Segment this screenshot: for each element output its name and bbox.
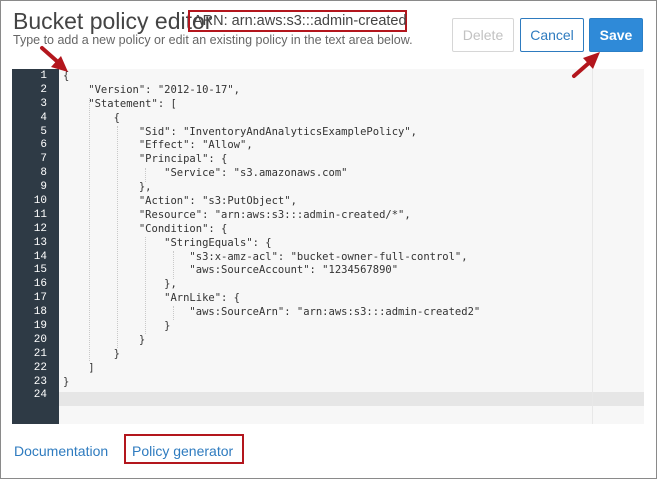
code-line[interactable]: "StringEquals": { <box>63 237 480 251</box>
line-number: 9 <box>40 181 47 194</box>
code-line[interactable]: }, <box>63 181 480 195</box>
line-number: 23 <box>33 375 47 388</box>
code-line[interactable]: "ArnLike": { <box>63 292 480 306</box>
code-line[interactable]: } <box>63 334 480 348</box>
code-line[interactable]: "Service": "s3.amazonaws.com" <box>63 167 480 181</box>
line-number: 13 <box>33 236 47 249</box>
line-number: 4 <box>40 111 47 124</box>
line-number: 7 <box>40 153 47 166</box>
line-number: 8 <box>40 167 47 180</box>
line-number: 16 <box>33 278 47 291</box>
line-number: 20 <box>33 333 47 346</box>
code-line[interactable]: "s3:x-amz-acl": "bucket-owner-full-contr… <box>63 251 480 265</box>
code-line[interactable]: }, <box>63 278 480 292</box>
line-number: 6 <box>40 139 47 152</box>
code-line[interactable]: } <box>63 320 480 334</box>
code-line[interactable] <box>63 389 480 403</box>
policy-generator-link[interactable]: Policy generator <box>132 443 233 459</box>
code-line[interactable]: "Sid": "InventoryAndAnalyticsExamplePoli… <box>63 126 480 140</box>
code-line[interactable]: "Effect": "Allow", <box>63 139 480 153</box>
delete-button[interactable]: Delete <box>452 18 514 52</box>
code-line[interactable]: "aws:SourceAccount": "1234567890" <box>63 264 480 278</box>
policy-code[interactable]: { "Version": "2012-10-17", "Statement": … <box>63 70 480 403</box>
bucket-policy-editor-panel: Bucket policy editor ARN: arn:aws:s3:::a… <box>0 0 657 479</box>
code-line[interactable]: "aws:SourceArn": "arn:aws:s3:::admin-cre… <box>63 306 480 320</box>
line-number: 18 <box>33 306 47 319</box>
line-number: 11 <box>33 208 47 221</box>
documentation-link[interactable]: Documentation <box>14 443 108 459</box>
line-number: 24 <box>33 389 47 402</box>
code-line[interactable]: { <box>63 70 480 84</box>
policy-text-editor[interactable]: 1 2 3 4 5 6 7 8 9 10 11 12 13 14 15 16 17 18 19 20 21 22 23 24 … <box>12 69 644 424</box>
line-number: 21 <box>33 347 47 360</box>
line-number: 3 <box>40 97 47 110</box>
annotation-arrow-icon <box>40 46 68 72</box>
code-line[interactable]: } <box>63 348 480 362</box>
code-line[interactable]: "Condition": { <box>63 223 480 237</box>
print-margin <box>592 69 593 424</box>
line-numbers: 1 2 3 4 5 6 7 8 9 10 11 12 13 14 15 16 17 18 19 20 21 22 23 24 <box>12 70 47 403</box>
code-line[interactable]: "Resource": "arn:aws:s3:::admin-created/… <box>63 209 480 223</box>
line-number: 10 <box>33 195 47 208</box>
code-line[interactable]: { <box>63 112 480 126</box>
line-number: 2 <box>40 83 47 96</box>
line-number: 17 <box>33 292 47 305</box>
page-title: Bucket policy editor <box>13 8 213 34</box>
annotation-arrow-icon <box>572 52 600 78</box>
line-number: 15 <box>33 264 47 277</box>
code-line[interactable]: "Action": "s3:PutObject", <box>63 195 480 209</box>
code-line[interactable]: "Version": "2012-10-17", <box>63 84 480 98</box>
code-line[interactable]: "Principal": { <box>63 153 480 167</box>
code-line[interactable]: "Statement": [ <box>63 98 480 112</box>
code-line[interactable]: ] <box>63 362 480 376</box>
line-number-gutter: 1 2 3 4 5 6 7 8 9 10 11 12 13 14 15 16 17 18 19 20 21 22 23 24 <box>12 69 59 424</box>
arn-label: ARN: arn:aws:s3:::admin-created <box>188 10 407 32</box>
line-number: 12 <box>33 222 47 235</box>
line-number: 14 <box>33 250 47 263</box>
code-line[interactable]: } <box>63 376 480 390</box>
line-number: 19 <box>33 320 47 333</box>
line-number: 22 <box>33 361 47 374</box>
line-number: 5 <box>40 125 47 138</box>
